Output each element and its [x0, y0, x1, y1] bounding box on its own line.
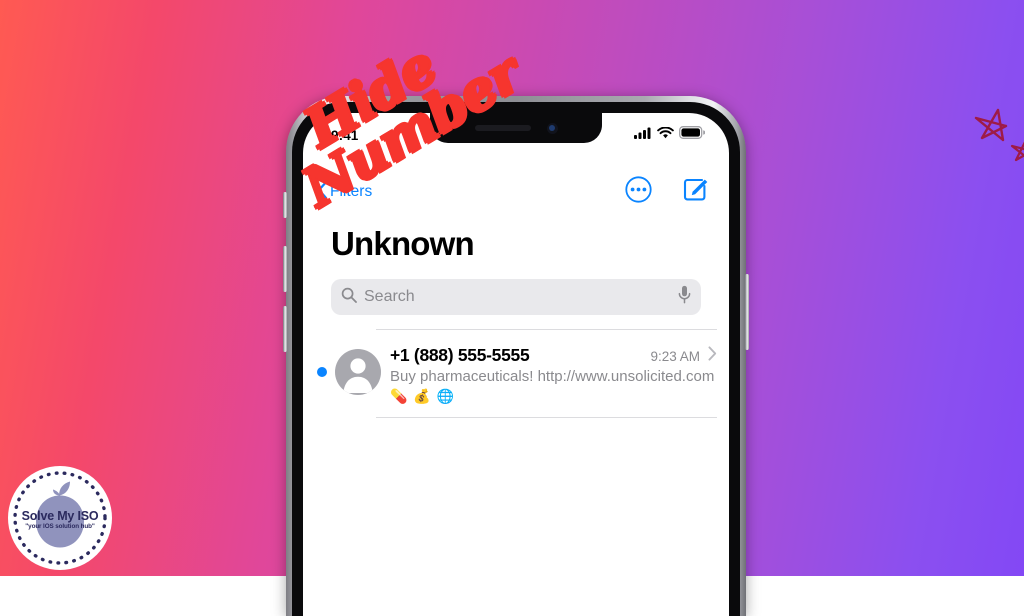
cellular-signal-icon	[634, 126, 652, 144]
message-preview: Buy pharmaceuticals! http://www.unsolici…	[390, 367, 717, 407]
search-placeholder: Search	[364, 288, 415, 305]
unread-indicator	[317, 367, 327, 377]
ellipsis-circle-icon[interactable]	[625, 176, 652, 208]
message-preview-emoji: 💊 💰 🌐	[390, 387, 456, 404]
filters-label: Filters	[330, 183, 373, 200]
message-preview-text: Buy pharmaceuticals! http://www.unsolici…	[390, 368, 715, 385]
microphone-icon[interactable]	[678, 285, 691, 309]
chevron-left-icon	[317, 181, 328, 204]
phone-screen: 9:41 Filters Unknown Search +1 (888) 555…	[303, 113, 729, 616]
list-item[interactable]: +1 (888) 555-5555 9:23 AM Buy pharmaceut…	[303, 329, 729, 418]
conversation-list: +1 (888) 555-5555 9:23 AM Buy pharmaceut…	[303, 329, 729, 418]
message-timestamp: 9:23 AM	[650, 349, 700, 364]
battery-full-icon	[679, 126, 706, 144]
logo-brand-text: Solve My ISO	[21, 509, 99, 523]
row-separator-top	[376, 329, 717, 330]
logo-tagline: "your IOS solution hub"	[25, 523, 95, 530]
navigation-bar: Filters	[303, 175, 729, 209]
power-button[interactable]	[745, 274, 749, 350]
list-item-body: +1 (888) 555-5555 9:23 AM Buy pharmaceut…	[390, 339, 717, 407]
search-icon	[341, 287, 357, 308]
iphone-mockup: 9:41 Filters Unknown Search +1 (888) 555…	[283, 96, 749, 616]
volume-down-button[interactable]	[283, 306, 287, 352]
row-separator-bottom	[376, 416, 717, 418]
person-placeholder-icon	[335, 349, 381, 395]
silent-switch[interactable]	[283, 192, 287, 218]
list-item-header: +1 (888) 555-5555 9:23 AM	[390, 345, 717, 366]
front-camera-icon	[546, 122, 558, 134]
volume-up-button[interactable]	[283, 246, 287, 292]
phone-notch	[430, 113, 602, 143]
logo-badge: Solve My ISO "your IOS solution hub"	[8, 466, 112, 570]
status-bar-indicators	[634, 126, 706, 144]
compose-icon[interactable]	[682, 176, 709, 208]
wifi-icon	[657, 126, 674, 144]
navigation-actions	[625, 176, 709, 208]
page-title: Unknown	[331, 225, 475, 262]
status-bar-clock: 9:41	[331, 127, 359, 143]
search-input[interactable]: Search	[331, 279, 701, 315]
sender-number: +1 (888) 555-5555	[390, 345, 530, 365]
earpiece-speaker	[474, 125, 531, 131]
filters-button[interactable]: Filters	[317, 181, 372, 204]
chevron-right-icon[interactable]	[708, 346, 717, 366]
